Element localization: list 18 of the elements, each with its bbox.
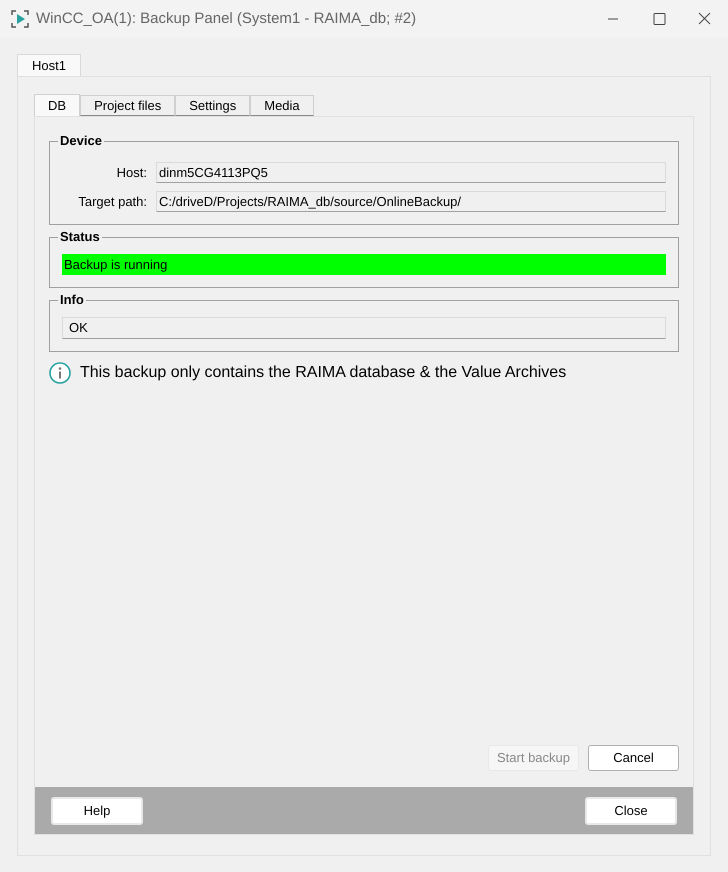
info-icon [49, 362, 71, 384]
tab[interactable]: Project files [80, 95, 176, 116]
help-button[interactable]: Help [51, 796, 143, 824]
field-label: Target path: [77, 192, 148, 211]
host-tab[interactable]: Host1 [17, 54, 81, 76]
action-button[interactable]: Cancel [588, 745, 679, 771]
tab[interactable]: Media [250, 95, 314, 116]
close-button[interactable]: Close [585, 796, 677, 824]
tab[interactable]: Settings [175, 95, 250, 116]
text-field[interactable]: dinm5CG4113PQ5 [156, 162, 666, 183]
status-field: Backup is running [62, 254, 666, 275]
tab[interactable]: DB [34, 94, 80, 116]
field-label: Host: [116, 164, 148, 182]
app-icon [11, 10, 29, 28]
info-note: This backup only contains the RAIMA database & the Value Archives [80, 363, 566, 383]
window-title: WinCC_OA(1): Backup Panel (System1 - RAIMA_db; #2) [36, 8, 416, 29]
text-field[interactable]: C:/driveD/Projects/RAIMA_db/source/OnlineBackup/ [156, 191, 666, 212]
info-field: OK [62, 317, 666, 339]
